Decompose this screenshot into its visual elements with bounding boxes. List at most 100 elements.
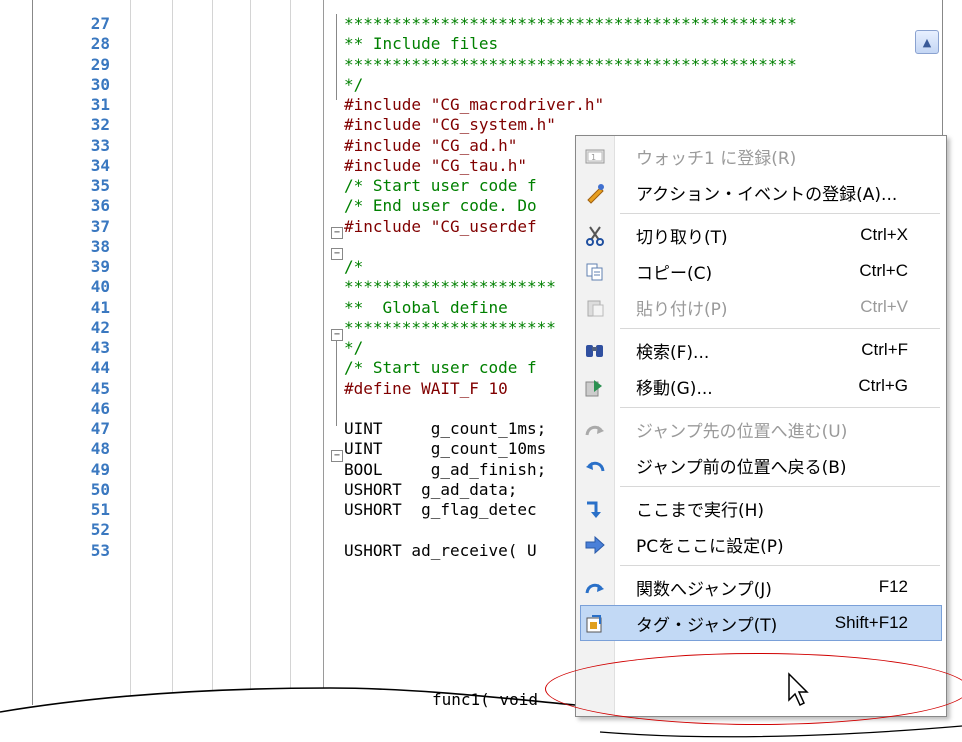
menu-separator xyxy=(620,486,940,487)
line-number: 38 xyxy=(90,236,110,256)
line-number: 50 xyxy=(90,479,110,499)
menu-item-watch: 1 ウォッチ1 に登録(R) xyxy=(576,138,946,174)
menu-item-shortcut: Ctrl+G xyxy=(858,376,908,395)
menu-item-label: ジャンプ先の位置へ進む(U) xyxy=(636,421,848,442)
menu-item-jump-forward: ジャンプ先の位置へ進む(U) xyxy=(576,411,946,447)
line-number: 34 xyxy=(90,155,110,175)
line-number-column: 27 28 29 30 31 32 33 34 35 36 37 38 39 40 41 42 43 44 45 46… xyxy=(40,14,110,561)
menu-item-shortcut: Ctrl+V xyxy=(860,297,908,316)
gutter-divider xyxy=(130,0,131,705)
menu-item-action-event[interactable]: アクション・イベントの登録(A)... xyxy=(576,174,946,210)
menu-item-run-to-here[interactable]: ここまで実行(H) xyxy=(576,490,946,526)
gutter-divider xyxy=(212,0,213,705)
code-line[interactable]: */ xyxy=(344,75,944,95)
menu-item-shortcut: Shift+F12 xyxy=(834,613,908,632)
line-number: 42 xyxy=(90,317,110,337)
menu-separator xyxy=(620,213,940,214)
line-number: 30 xyxy=(90,74,110,94)
menu-item-label: PCをここに設定(P) xyxy=(636,536,784,557)
menu-item-tag-jump[interactable]: タグ・ジャンプ(T) Shift+F12 xyxy=(580,605,942,641)
menu-separator xyxy=(620,565,940,566)
menu-item-label: 検索(F)... xyxy=(636,342,710,363)
menu-separator xyxy=(620,328,940,329)
jump-function-icon xyxy=(584,577,606,599)
cut-icon xyxy=(584,225,606,247)
menu-item-goto[interactable]: 移動(G)... Ctrl+G xyxy=(576,368,946,404)
line-number: 46 xyxy=(90,398,110,418)
code-line[interactable]: #include "CG_system.h" xyxy=(344,115,944,135)
mouse-cursor-icon xyxy=(788,672,809,707)
line-number: 44 xyxy=(90,358,110,378)
fold-guide xyxy=(336,14,337,100)
line-number: 35 xyxy=(90,176,110,195)
gutter-divider xyxy=(172,0,173,705)
gutter-divider xyxy=(250,0,251,705)
run-to-here-icon xyxy=(584,498,606,520)
line-number: 48 xyxy=(90,439,110,459)
menu-item-shortcut: Ctrl+C xyxy=(859,261,908,280)
line-number: 33 xyxy=(90,135,110,155)
menu-item-paste: 貼り付け(P) Ctrl+V xyxy=(576,289,946,325)
editor-left-border xyxy=(32,0,33,705)
menu-item-copy[interactable]: コピー(C) Ctrl+C xyxy=(576,253,946,289)
code-line[interactable]: ****************************************… xyxy=(344,14,944,34)
gutter-divider xyxy=(290,0,291,705)
code-line[interactable]: ****************************************… xyxy=(344,55,944,75)
watch-icon: 1 xyxy=(584,146,606,168)
line-number: 36 xyxy=(90,196,110,216)
menu-item-label: 関数へジャンプ(J) xyxy=(636,579,772,600)
fold-toggle-icon[interactable]: − xyxy=(331,227,343,239)
menu-item-find[interactable]: 検索(F)... Ctrl+F xyxy=(576,332,946,368)
line-number: 27 xyxy=(90,14,110,33)
menu-item-jump-function[interactable]: 関数へジャンプ(J) F12 xyxy=(576,569,946,605)
context-menu[interactable]: 1 ウォッチ1 に登録(R) アクション・イベントの登録(A)... 切り取り(T) C… xyxy=(575,135,947,717)
menu-separator xyxy=(620,407,940,408)
line-number: 47 xyxy=(90,419,110,438)
menu-item-label: 切り取り(T) xyxy=(636,227,728,248)
highlight-oval-annotation xyxy=(545,653,962,725)
menu-item-label: 移動(G)... xyxy=(636,378,713,399)
line-number: 32 xyxy=(90,115,110,135)
jump-back-icon xyxy=(584,455,606,477)
goto-icon xyxy=(584,376,606,398)
line-number: 51 xyxy=(90,500,110,519)
line-number: 53 xyxy=(90,540,110,560)
tag-jump-icon xyxy=(584,613,606,635)
scroll-up-arrow-icon[interactable]: ▲ xyxy=(915,30,939,54)
paste-icon xyxy=(584,297,606,319)
menu-item-shortcut: Ctrl+X xyxy=(860,225,908,244)
code-line[interactable]: ** Include files xyxy=(344,34,944,54)
svg-text:1: 1 xyxy=(591,153,596,162)
code-line[interactable]: #include "CG_macrodriver.h" xyxy=(344,95,944,115)
line-number: 49 xyxy=(90,459,110,479)
fold-toggle-icon[interactable]: − xyxy=(331,450,343,462)
menu-item-set-pc[interactable]: PCをここに設定(P) xyxy=(576,526,946,562)
menu-item-label: ここまで実行(H) xyxy=(636,500,765,521)
gutter-divider xyxy=(323,0,324,705)
line-number: 29 xyxy=(90,54,110,74)
menu-item-jump-back[interactable]: ジャンプ前の位置へ戻る(B) xyxy=(576,447,946,483)
menu-item-label: アクション・イベントの登録(A)... xyxy=(636,184,898,205)
copy-icon xyxy=(584,261,606,283)
line-number: 40 xyxy=(90,277,110,297)
menu-item-label: コピー(C) xyxy=(636,263,713,284)
menu-item-cut[interactable]: 切り取り(T) Ctrl+X xyxy=(576,217,946,253)
fold-guide xyxy=(336,341,337,426)
menu-item-label: タグ・ジャンプ(T) xyxy=(636,615,778,636)
line-number: 37 xyxy=(90,216,110,236)
partial-code-line: func1( void xyxy=(432,690,538,709)
line-number: 52 xyxy=(90,520,110,540)
line-number: 28 xyxy=(90,34,110,54)
line-number: 31 xyxy=(90,95,110,114)
action-event-icon xyxy=(584,182,606,204)
fold-toggle-icon[interactable]: − xyxy=(331,329,343,341)
menu-item-label: ジャンプ前の位置へ戻る(B) xyxy=(636,457,847,478)
menu-item-label: ウォッチ1 に登録(R) xyxy=(636,148,797,169)
set-pc-icon xyxy=(584,534,606,556)
jump-forward-icon xyxy=(584,419,606,441)
line-number: 43 xyxy=(90,338,110,357)
fold-toggle-icon[interactable]: − xyxy=(331,248,343,260)
menu-item-shortcut: F12 xyxy=(878,577,908,596)
line-number: 39 xyxy=(90,257,110,276)
line-number: 41 xyxy=(90,297,110,317)
